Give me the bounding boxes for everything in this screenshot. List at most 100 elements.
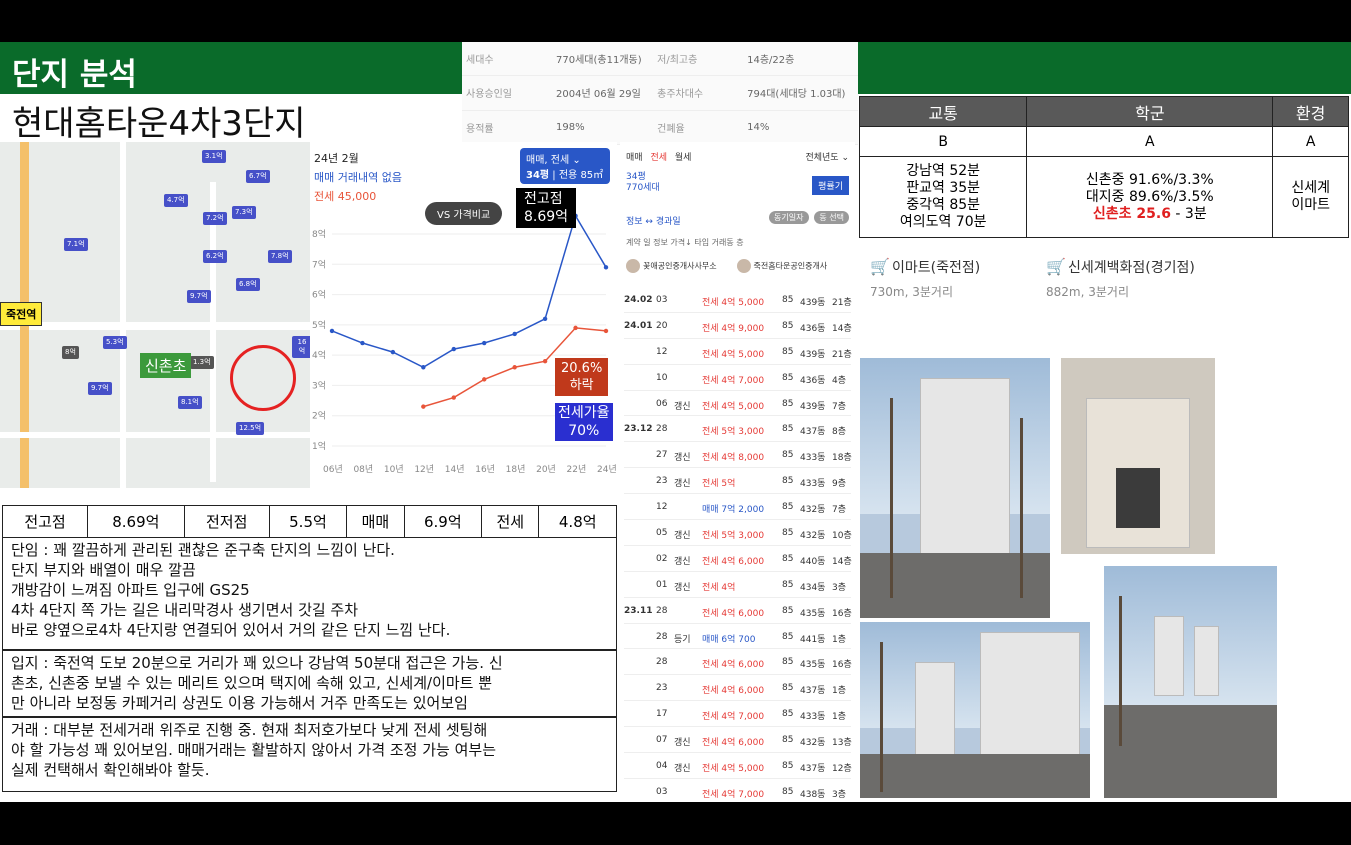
size-info: 34평 770세대 — [626, 172, 660, 194]
price-pin[interactable]: 7.8억 — [268, 250, 292, 263]
price-pin[interactable]: 8억 — [62, 346, 79, 359]
tx-row[interactable]: 04 갱신 전세 4억 5,000 85 437동 12층 — [624, 753, 852, 779]
info-row: 사용승인일 2004년 06월 29일 총주차대수 794대(세대당 1.03대) — [462, 75, 858, 111]
price-pin[interactable]: 6.7억 — [246, 170, 270, 183]
tx-row[interactable]: 12 매매 7억 2,000 85 432동 7층 — [624, 494, 851, 521]
station-label[interactable]: 죽전역 — [0, 302, 43, 326]
price-pin[interactable]: 7.3억 — [232, 206, 256, 219]
year-filter[interactable]: 전체년도 ⌄ — [805, 150, 849, 163]
tx-day: 27 — [656, 450, 668, 461]
tx-row[interactable]: 27 갱신 전세 4억 8,000 85 433동 18층 — [624, 442, 852, 469]
tx-row[interactable]: 12 전세 4억 5,000 85 439동 21층 — [624, 339, 852, 365]
pyeong-button[interactable]: 평률기 — [812, 176, 849, 195]
school-detail: 신촌중 91.6%/3.3% 대지중 89.6%/3.5% 신촌초 25.6 -… — [1026, 156, 1274, 238]
tx-floor: 13층 — [832, 738, 852, 749]
tx-row[interactable]: 10 전세 4억 7,000 85 436동 4층 — [624, 365, 851, 391]
tx-month: 23.11 — [624, 605, 653, 616]
data-point — [360, 340, 365, 346]
tx-row[interactable]: 01 갱신 전세 4억 85 434동 3층 — [624, 572, 851, 598]
price-pin[interactable]: 9.7억 — [187, 290, 211, 303]
price-pin[interactable]: 3.1억 — [202, 150, 226, 163]
tx-area: 85 — [782, 709, 794, 720]
price-pin[interactable]: 7.1억 — [64, 238, 88, 251]
sort-date-chip[interactable]: 동기일자 — [769, 211, 809, 224]
photo-entrance — [1061, 358, 1215, 554]
tx-row[interactable]: 23 갱신 전세 5억 85 433동 9층 — [624, 468, 851, 495]
tx-floor: 1층 — [832, 634, 847, 645]
school-label[interactable]: 신촌초 — [140, 353, 192, 378]
price-pin[interactable]: 6.8억 — [236, 278, 260, 291]
complex-name: 현대홈타운4차3단지 — [12, 104, 306, 144]
price-pin[interactable]: 1.3억 — [190, 356, 214, 369]
note-line: 바로 양옆으로4차 4단지랑 연결되어 있어서 거의 같은 단지 느낌 난다. — [11, 621, 451, 639]
info-row: 용적률 198% 건폐율 14% — [462, 110, 858, 146]
tx-area: 85 — [782, 476, 794, 487]
summary-cell: 전세 — [481, 505, 540, 538]
tab-jeonse[interactable]: 전세 — [650, 153, 667, 163]
transport-line: 중각역 85분 — [906, 197, 981, 213]
data-point — [421, 404, 426, 409]
info-toggle[interactable]: 정보 ↔ 경과일 — [626, 214, 681, 227]
slide: 단지 분석 현대홈타운4차3단지 세대수 770세대(총11개동) 저/최고층 14층… — [0, 42, 1351, 802]
price-pin[interactable]: 9.7억 — [88, 382, 112, 395]
broker-2[interactable]: 죽전홈타운공인중개사 — [736, 259, 845, 273]
store-shinsegae[interactable]: 🛒 신세계백화점(경기점) 882m, 3분거리 — [1046, 257, 1195, 300]
tx-row[interactable]: 17 전세 4억 7,000 85 433동 1층 — [624, 701, 851, 728]
y-tick-label: 7억 — [312, 258, 326, 270]
y-tick-label: 4억 — [312, 349, 326, 361]
tx-row[interactable]: 06 갱신 전세 4억 5,000 85 439동 7층 — [624, 391, 851, 417]
tx-row[interactable]: 28 등기 매매 6억 700 85 441동 1층 — [624, 624, 851, 650]
data-point — [603, 265, 609, 270]
tx-floor: 8층 — [832, 427, 847, 438]
tx-row[interactable]: 07 갱신 전세 4억 6,000 85 432동 13층 — [624, 727, 852, 754]
tx-row[interactable]: 23.12 28 전세 5억 3,000 85 437동 8층 — [624, 416, 851, 443]
data-point — [542, 316, 548, 321]
tx-row[interactable]: 02 갱신 전세 4억 6,000 85 440동 14층 — [624, 546, 852, 572]
note-line: 촌초, 신촌중 보낼 수 있는 메리트 있으며 택지에 속해 있고, 신세계/이… — [11, 674, 493, 692]
tx-area: 85 — [782, 553, 794, 564]
tx-day: 03 — [656, 786, 668, 797]
tx-row[interactable]: 05 갱신 전세 5억 3,000 85 432동 10층 — [624, 520, 852, 546]
tx-row[interactable]: 24.01 20 전세 4억 9,000 85 436동 14층 — [624, 313, 852, 339]
page-title: 단지 분석 — [12, 57, 137, 93]
tx-floor: 3층 — [832, 582, 847, 593]
tx-day: 03 — [656, 295, 668, 305]
price-pin[interactable]: 12.5억 — [236, 422, 265, 435]
tx-row[interactable]: 28 전세 4억 6,000 85 435동 16층 — [624, 649, 852, 676]
size-households: 770세대 — [626, 183, 660, 193]
info-value: 2004년 06월 29일 — [552, 75, 654, 111]
tx-floor: 1층 — [832, 712, 847, 723]
price-pin[interactable]: 4.7억 — [164, 194, 188, 207]
info-key: 사용승인일 — [462, 75, 552, 111]
price-pin[interactable]: 7.2억 — [203, 212, 227, 225]
map-view[interactable]: 3.1억 6.7억 4.7억 7.2억 7.3억 7.1억 6.2억 6.8억 9.7억 5.3억… — [0, 142, 312, 488]
tx-floor: 7층 — [832, 505, 847, 516]
tx-row[interactable]: 03 전세 4억 7,000 85 438동 3층 — [624, 779, 851, 802]
data-point — [482, 377, 487, 382]
tab-monthly[interactable]: 월세 — [675, 153, 692, 163]
tab-sale[interactable]: 매매 — [626, 153, 643, 163]
broker-1[interactable]: 꽃애공인중개사사무소 — [626, 259, 734, 273]
avatar — [626, 259, 640, 273]
price-pin[interactable]: 6.2억 — [203, 250, 227, 263]
transport-line: 여의도역 70분 — [899, 214, 987, 230]
tx-kind: 등기 — [674, 634, 691, 645]
tx-row[interactable]: 23.11 28 전세 4억 6,000 85 435동 16층 — [624, 598, 852, 624]
sort-chips: 동기일자 동 선택 — [766, 211, 849, 224]
price-pin[interactable]: 16억 — [292, 336, 312, 358]
dong-select-chip[interactable]: 동 선택 — [814, 211, 849, 224]
tx-day: 10 — [656, 372, 668, 383]
info-value: 794대(세대당 1.03대) — [743, 75, 858, 111]
store-emart[interactable]: 🛒 이마트(죽전점) 730m, 3분거리 — [870, 257, 980, 300]
y-tick-label: 6억 — [312, 289, 326, 301]
note-complex: 단임 : 꽤 깔끔하게 관리된 괜찮은 준구축 단지의 느낌이 난다. 단지 부… — [2, 537, 617, 650]
tx-row[interactable]: 24.02 03 전세 4억 5,000 85 439동 21층 — [624, 287, 852, 313]
tx-area: 85 — [782, 424, 794, 435]
price-pin[interactable]: 5.3억 — [103, 336, 127, 349]
tx-price: 전세 4억 6,000 — [702, 608, 765, 619]
tx-row[interactable]: 23 전세 4억 6,000 85 437동 1층 — [624, 675, 851, 702]
tx-price: 매매 6억 700 — [702, 634, 756, 645]
tx-day: 20 — [656, 320, 668, 331]
tx-day: 17 — [656, 709, 668, 720]
price-pin[interactable]: 8.1억 — [178, 396, 202, 409]
